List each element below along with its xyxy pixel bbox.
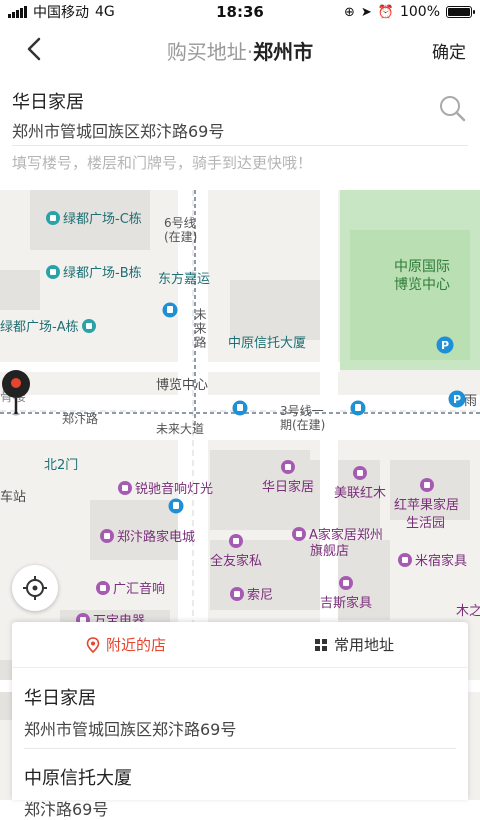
map-poi[interactable]: 中原信托大厦: [228, 332, 306, 351]
location-pin-icon: [2, 370, 30, 416]
map-poi[interactable]: 绿都广场-B栋: [46, 262, 142, 281]
address-name: 华日家居: [12, 92, 84, 113]
map-poi[interactable]: 米宿家具: [398, 550, 467, 569]
list-item-name: 华日家居: [24, 688, 96, 709]
status-bar: 中国移动 4G 18:36 ⊕ ➤ ⏰ 100%: [0, 0, 480, 24]
tab-common-addresses[interactable]: 常用地址: [240, 622, 468, 667]
map-park-label: 中原国际 博览中心: [394, 259, 450, 293]
map-label: 未来路: [193, 308, 207, 350]
metro-icon: [162, 302, 178, 318]
list-item-name: 中原信托大厦: [24, 768, 132, 789]
map-label: 车站: [0, 490, 27, 505]
tab-common-label: 常用地址: [333, 636, 394, 654]
map-poi[interactable]: 吉斯家具: [320, 576, 372, 611]
map-label: 木之: [456, 604, 480, 619]
metro-icon: [168, 498, 184, 514]
sheet-tabs: 附近的店 常用地址: [12, 622, 468, 668]
map-poi[interactable]: 全友家私: [210, 534, 262, 569]
battery-percent: 100%: [399, 4, 440, 20]
locate-me-button[interactable]: [12, 565, 58, 611]
map-poi[interactable]: 索尼: [230, 584, 273, 603]
map-label: 期(在建): [280, 418, 326, 432]
page-title: 购买地址·郑州市: [0, 36, 480, 65]
nearby-sheet: 附近的店 常用地址 华日家居 郑州市管城回族区郑汴路69号 中原信托大厦 郑汴路…: [12, 622, 468, 819]
crosshair-icon: [23, 576, 47, 600]
metro-icon: [232, 400, 248, 416]
map-poi[interactable]: 郑汴路家电城: [100, 526, 195, 545]
search-icon[interactable]: [438, 94, 466, 122]
tab-nearby-stores[interactable]: 附近的店: [12, 622, 240, 667]
map-poi[interactable]: 红苹果家居: [394, 478, 459, 513]
divider: [12, 145, 468, 146]
battery-icon: [446, 6, 475, 18]
selected-address[interactable]: 华日家居 郑州市管城回族区郑汴路69号: [0, 78, 480, 144]
list-item[interactable]: 中原信托大厦 郑汴路69号: [12, 764, 468, 820]
map-poi[interactable]: 广汇音响: [96, 578, 165, 597]
map-label: 生活园: [406, 516, 446, 531]
metro-icon: [350, 400, 366, 416]
confirm-button[interactable]: 确定: [432, 38, 466, 63]
list-item-detail: 郑州市管城回族区郑汴路69号: [24, 720, 237, 739]
page-title-city[interactable]: 郑州市: [253, 40, 313, 64]
map-poi[interactable]: 华日家居: [262, 460, 314, 495]
map-label: 博览中心: [156, 378, 209, 393]
tab-nearby-label: 附近的店: [105, 636, 166, 654]
map-poi[interactable]: 绿都广场-C栋: [46, 208, 142, 227]
location-arrow-icon: ➤: [360, 4, 372, 20]
map-poi[interactable]: 锐驰音响灯光: [118, 478, 213, 497]
alarm-icon: ⏰: [377, 4, 394, 20]
parking-icon: P: [436, 336, 454, 354]
list-item[interactable]: 华日家居 郑州市管城回族区郑汴路69号: [12, 684, 468, 740]
navigation-bar: 购买地址·郑州市 确定: [0, 24, 480, 74]
map-label: 未来大道: [156, 422, 205, 436]
map-poi[interactable]: 绿都广场-A栋: [0, 316, 96, 335]
parking-icon: P: [448, 390, 466, 408]
page-title-prefix: 购买地址·: [166, 40, 254, 64]
map-label: 旗舰店: [310, 544, 350, 559]
location-marker-icon: [86, 636, 100, 653]
map-label: (在建): [164, 230, 198, 244]
address-detail: 郑州市管城回族区郑汴路69号: [12, 122, 225, 141]
map-label: 郑汴路: [62, 412, 99, 426]
svg-text:P: P: [453, 393, 461, 406]
grid-icon: [314, 638, 327, 651]
divider: [24, 748, 456, 749]
map-poi[interactable]: 美联红木: [334, 466, 386, 501]
map-label: 东方嘉运: [158, 272, 211, 287]
house-number-input[interactable]: 填写楼号，楼层和门牌号，骑手到达更快哦！: [12, 152, 312, 173]
lock-rotation-icon: ⊕: [343, 4, 355, 20]
svg-text:P: P: [441, 339, 449, 352]
map-label: 北2门: [44, 458, 79, 473]
